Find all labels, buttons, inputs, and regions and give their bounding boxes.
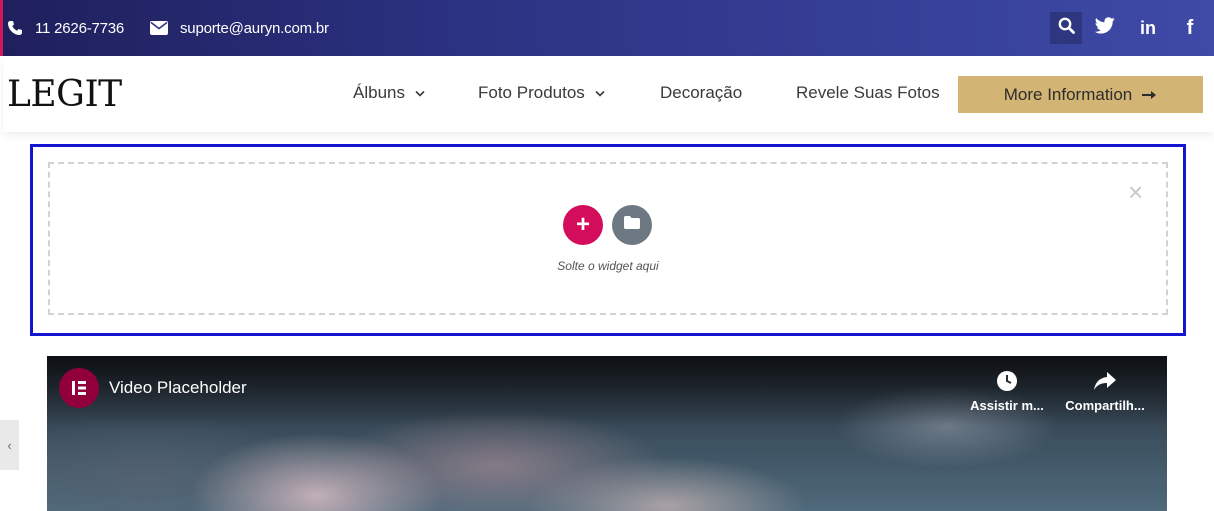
plus-icon: + (575, 211, 590, 238)
envelope-icon (150, 21, 168, 35)
share-icon (1094, 370, 1116, 392)
watch-later-label: Assistir m... (970, 398, 1044, 413)
selected-section[interactable]: × + Solte o widget aqui (30, 144, 1186, 336)
facebook-link[interactable]: f (1174, 12, 1206, 44)
add-template-button[interactable] (612, 205, 652, 245)
accent-mark (0, 0, 3, 56)
email-contact[interactable]: suporte@auryn.com.br (150, 0, 329, 56)
site-header: LEGIT Álbuns Foto Produtos Decoração Rev… (3, 56, 1214, 132)
site-logo[interactable]: LEGIT (7, 74, 122, 115)
widget-drop-zone[interactable]: × + Solte o widget aqui (48, 162, 1168, 315)
nav-item-albuns[interactable]: Álbuns (353, 83, 425, 103)
search-button[interactable] (1050, 12, 1082, 44)
nav-item-label: Decoração (660, 83, 743, 102)
search-icon (1058, 17, 1075, 39)
cta-label: More Information (1003, 84, 1133, 104)
phone-number: 11 2626-7736 (35, 19, 125, 37)
more-information-button[interactable]: More Information (958, 76, 1203, 113)
email-address: suporte@auryn.com.br (180, 19, 329, 37)
video-player[interactable]: Video Placeholder Assistir m... Comparti… (47, 356, 1167, 511)
share-label: Compartilh... (1065, 398, 1145, 413)
elementor-logo (59, 368, 99, 408)
video-title[interactable]: Video Placeholder (109, 378, 247, 398)
phone-icon (7, 20, 23, 36)
twitter-icon (1094, 17, 1115, 39)
nav-item-revele-suas-fotos[interactable]: Revele Suas Fotos (796, 83, 940, 103)
close-icon[interactable]: × (1128, 179, 1143, 205)
linkedin-icon: in (1140, 17, 1156, 38)
facebook-icon: f (1186, 16, 1194, 39)
twitter-link[interactable] (1089, 12, 1121, 44)
drop-hint: Solte o widget aqui (557, 259, 659, 273)
share-button[interactable]: Compartilh... (1063, 370, 1147, 413)
top-bar: 11 2626-7736 suporte@auryn.com.br in f (0, 0, 1214, 56)
folder-icon (624, 216, 640, 234)
phone-contact[interactable]: 11 2626-7736 (7, 0, 124, 56)
chevron-down-icon (415, 90, 425, 97)
arrow-right-icon (1142, 90, 1157, 100)
panel-toggle[interactable]: ‹ (0, 420, 19, 470)
nav-item-foto-produtos[interactable]: Foto Produtos (478, 83, 605, 103)
clock-icon (996, 370, 1018, 392)
add-section-button[interactable]: + (563, 205, 603, 245)
nav-item-label: Revele Suas Fotos (796, 83, 940, 102)
chevron-down-icon (595, 90, 605, 97)
nav-item-label: Álbuns (353, 83, 405, 102)
watch-later-button[interactable]: Assistir m... (967, 370, 1047, 413)
chevron-left-icon: ‹ (7, 437, 12, 453)
nav-item-label: Foto Produtos (478, 83, 585, 102)
linkedin-link[interactable]: in (1132, 12, 1164, 44)
nav-item-decoracao[interactable]: Decoração (660, 83, 742, 103)
